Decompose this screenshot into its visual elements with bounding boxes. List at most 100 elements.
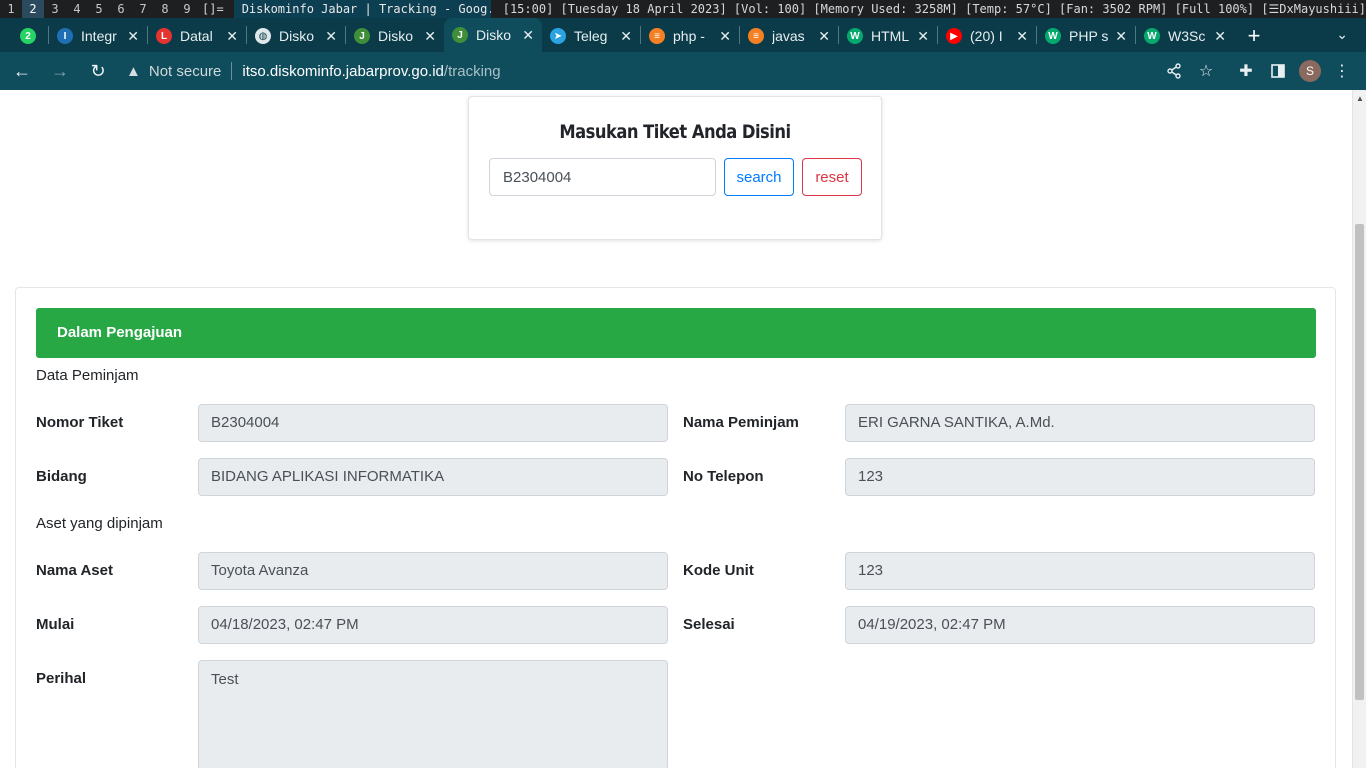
tab-close-icon[interactable]: ✕ xyxy=(1016,28,1028,45)
share-icon[interactable] xyxy=(1158,55,1190,87)
tracking-result-card: Dalam Pengajuan Data Peminjam Nomor Tike… xyxy=(15,287,1336,768)
mulai-label: Mulai xyxy=(36,616,75,633)
page-viewport: Masukan Tiket Anda Disini search reset D… xyxy=(0,90,1352,768)
browser-tab[interactable]: W HTML ✕ xyxy=(839,20,937,52)
url-host[interactable]: itso.diskominfo.jabarprov.go.id xyxy=(242,63,444,80)
page-scrollbar[interactable]: ▲ xyxy=(1352,90,1366,768)
nomor-tiket-field: B2304004 xyxy=(198,404,668,442)
perihal-label: Perihal xyxy=(36,670,87,687)
tab-search-chevron-icon[interactable]: ⌄ xyxy=(1336,26,1348,43)
workspace-1[interactable]: 1 xyxy=(0,0,22,18)
tab-title: javas xyxy=(772,28,805,44)
url-path[interactable]: /tracking xyxy=(444,63,501,80)
reload-icon[interactable]: ↻ xyxy=(82,55,114,87)
avatar: S xyxy=(1299,60,1321,82)
stackoverflow-icon: ≡ xyxy=(748,28,764,44)
bookmark-star-icon[interactable]: ☆ xyxy=(1190,55,1222,87)
tab-title: Disko xyxy=(378,28,414,44)
kebab-menu-icon[interactable]: ⋮ xyxy=(1326,55,1358,87)
layout-indicator: []= xyxy=(202,2,224,16)
asset-section-heading: Aset yang dipinjam xyxy=(36,515,163,532)
browser-tab[interactable]: ➤ Teleg ✕ xyxy=(542,20,640,52)
side-panel-icon[interactable] xyxy=(1262,55,1294,87)
workspace-list: 123456789 xyxy=(0,0,198,18)
workspace-8[interactable]: 8 xyxy=(154,0,176,18)
security-label[interactable]: Not secure xyxy=(149,63,222,80)
kode-unit-label: Kode Unit xyxy=(683,562,754,579)
laravel-icon: L xyxy=(156,28,172,44)
tab-close-icon[interactable]: ✕ xyxy=(325,28,337,45)
workspace-7[interactable]: 7 xyxy=(132,0,154,18)
kode-unit-field: 123 xyxy=(845,552,1315,590)
mulai-field: 04/18/2023, 02:47 PM xyxy=(198,606,668,644)
browser-tab[interactable]: W PHP s ✕ xyxy=(1037,20,1135,52)
workspace-2[interactable]: 2 xyxy=(22,0,44,18)
tab-title: Disko xyxy=(476,27,512,43)
jabar-logo-icon: J xyxy=(354,28,370,44)
browser-tab[interactable]: ≡ javas ✕ xyxy=(740,20,838,52)
browser-tab[interactable]: ≡ php - ✕ xyxy=(641,20,739,52)
scroll-up-arrow-icon[interactable]: ▲ xyxy=(1356,94,1364,103)
focused-window-title: Diskominfo Jabar | Tracking - Goog... xyxy=(233,0,491,18)
browser-tab[interactable]: ▶ (20) I ✕ xyxy=(938,20,1036,52)
nama-aset-field: Toyota Avanza xyxy=(198,552,668,590)
bidang-label: Bidang xyxy=(36,468,87,485)
back-arrow-icon[interactable]: ← xyxy=(6,55,38,87)
browser-tab-strip: 2 I Integr ✕ L Datal ✕ ◍ Disko ✕ J Disko ✕ J Disko ✕ ➤ Te… xyxy=(0,18,1366,52)
tab-list: 2 I Integr ✕ L Datal ✕ ◍ Disko ✕ J Disko ✕ J Disko ✕ ➤ Te… xyxy=(12,18,1234,52)
new-tab-button[interactable]: + xyxy=(1234,20,1274,52)
tab-title: Datal xyxy=(180,28,213,44)
profile-avatar[interactable]: S xyxy=(1294,55,1326,87)
bidang-field: BIDANG APLIKASI INFORMATIKA xyxy=(198,458,668,496)
stackoverflow-icon: ≡ xyxy=(649,28,665,44)
browser-tab[interactable]: W W3Sc ✕ xyxy=(1136,20,1234,52)
tab-title: PHP s xyxy=(1069,28,1109,44)
workspace-9[interactable]: 9 xyxy=(176,0,198,18)
tab-title: (20) I xyxy=(970,28,1003,44)
intellij-icon: I xyxy=(57,28,73,44)
w3schools-icon: W xyxy=(1144,28,1160,44)
extensions-puzzle-icon[interactable]: ✚ xyxy=(1230,55,1262,87)
search-button[interactable]: search xyxy=(724,158,794,196)
tab-title: Integr xyxy=(81,28,117,44)
browser-tab[interactable]: 2 xyxy=(12,20,48,52)
tab-close-icon[interactable]: ✕ xyxy=(719,28,731,45)
warning-triangle-icon[interactable]: ▲ xyxy=(126,63,141,80)
selesai-label: Selesai xyxy=(683,616,735,633)
browser-tab[interactable]: I Integr ✕ xyxy=(49,20,147,52)
ticket-search-card: Masukan Tiket Anda Disini search reset xyxy=(468,96,882,240)
workspace-6[interactable]: 6 xyxy=(110,0,132,18)
tab-close-icon[interactable]: ✕ xyxy=(818,28,830,45)
youtube-icon: ▶ xyxy=(946,28,962,44)
browser-tab[interactable]: J Disko ✕ xyxy=(346,20,444,52)
tab-close-icon[interactable]: ✕ xyxy=(620,28,632,45)
ticket-input[interactable] xyxy=(489,158,716,196)
tab-close-icon[interactable]: ✕ xyxy=(1115,28,1127,45)
browser-tab[interactable]: ◍ Disko ✕ xyxy=(247,20,345,52)
tab-close-icon[interactable]: ✕ xyxy=(226,28,238,45)
workspace-3[interactable]: 3 xyxy=(44,0,66,18)
tab-close-icon[interactable]: ✕ xyxy=(1214,28,1226,45)
no-telepon-field: 123 xyxy=(845,458,1315,496)
omnibox-divider xyxy=(231,62,233,80)
tab-close-icon[interactable]: ✕ xyxy=(424,28,436,45)
browser-tab[interactable]: L Datal ✕ xyxy=(148,20,246,52)
browser-tab[interactable]: J Disko ✕ xyxy=(444,18,542,52)
globe-icon: ◍ xyxy=(255,28,271,44)
address-bar[interactable]: ▲ Not secure itso.diskominfo.jabarprov.g… xyxy=(126,56,1158,86)
nama-peminjam-field: ERI GARNA SANTIKA, A.Md. xyxy=(845,404,1315,442)
forward-arrow-icon[interactable]: → xyxy=(44,55,76,87)
workspace-4[interactable]: 4 xyxy=(66,0,88,18)
tab-close-icon[interactable]: ✕ xyxy=(127,28,139,45)
w3schools-icon: W xyxy=(1045,28,1061,44)
tab-close-icon[interactable]: ✕ xyxy=(522,27,534,44)
jabar-logo-icon: J xyxy=(452,27,468,43)
workspace-5[interactable]: 5 xyxy=(88,0,110,18)
perihal-textarea: Test xyxy=(198,660,668,768)
whatsapp-icon: 2 xyxy=(20,28,36,44)
reset-button[interactable]: reset xyxy=(802,158,862,196)
tab-close-icon[interactable]: ✕ xyxy=(917,28,929,45)
window-manager-bar: 123456789 []= Diskominfo Jabar | Trackin… xyxy=(0,0,1366,18)
tab-title: php - xyxy=(673,28,705,44)
scrollbar-thumb[interactable] xyxy=(1355,224,1364,700)
